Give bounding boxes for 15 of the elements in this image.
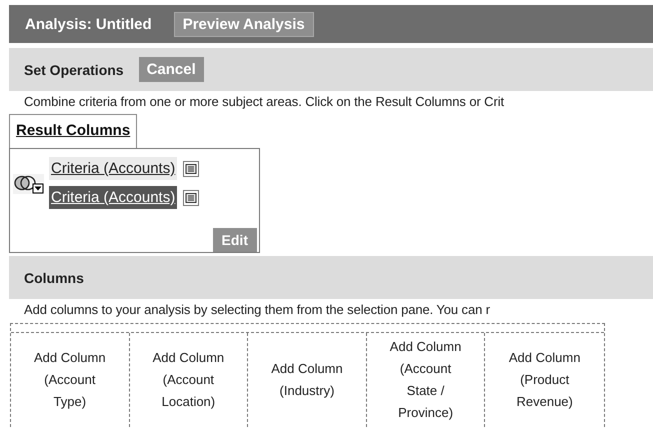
criteria-link[interactable]: Criteria (Accounts) — [49, 186, 178, 209]
section-title: Set Operations — [24, 62, 124, 78]
add-column-slot[interactable]: Add Column (Account Type) — [11, 333, 130, 427]
venn-dropdown-icon[interactable] — [13, 173, 45, 195]
result-columns-tab[interactable]: Result Columns — [9, 114, 138, 148]
add-column-slot[interactable]: Add Column (Industry) — [248, 333, 367, 427]
add-column-slot[interactable]: Add Column (Account Location) — [130, 333, 248, 427]
section-title: Columns — [24, 270, 84, 286]
properties-icon[interactable] — [183, 190, 200, 206]
description-text: Combine criteria from one or more subject areas. Click on the Result Columns or Crit — [23, 93, 506, 109]
criteria-link[interactable]: Criteria (Accounts) — [49, 157, 178, 180]
add-column-slot[interactable]: Add Column (Account State / Province) — [366, 333, 486, 427]
analysis-title: Analysis: Untitled — [25, 16, 152, 32]
description-text: Add columns to your analysis by selecting them from the selection pane. You can r — [23, 301, 491, 317]
properties-icon[interactable] — [183, 160, 200, 176]
